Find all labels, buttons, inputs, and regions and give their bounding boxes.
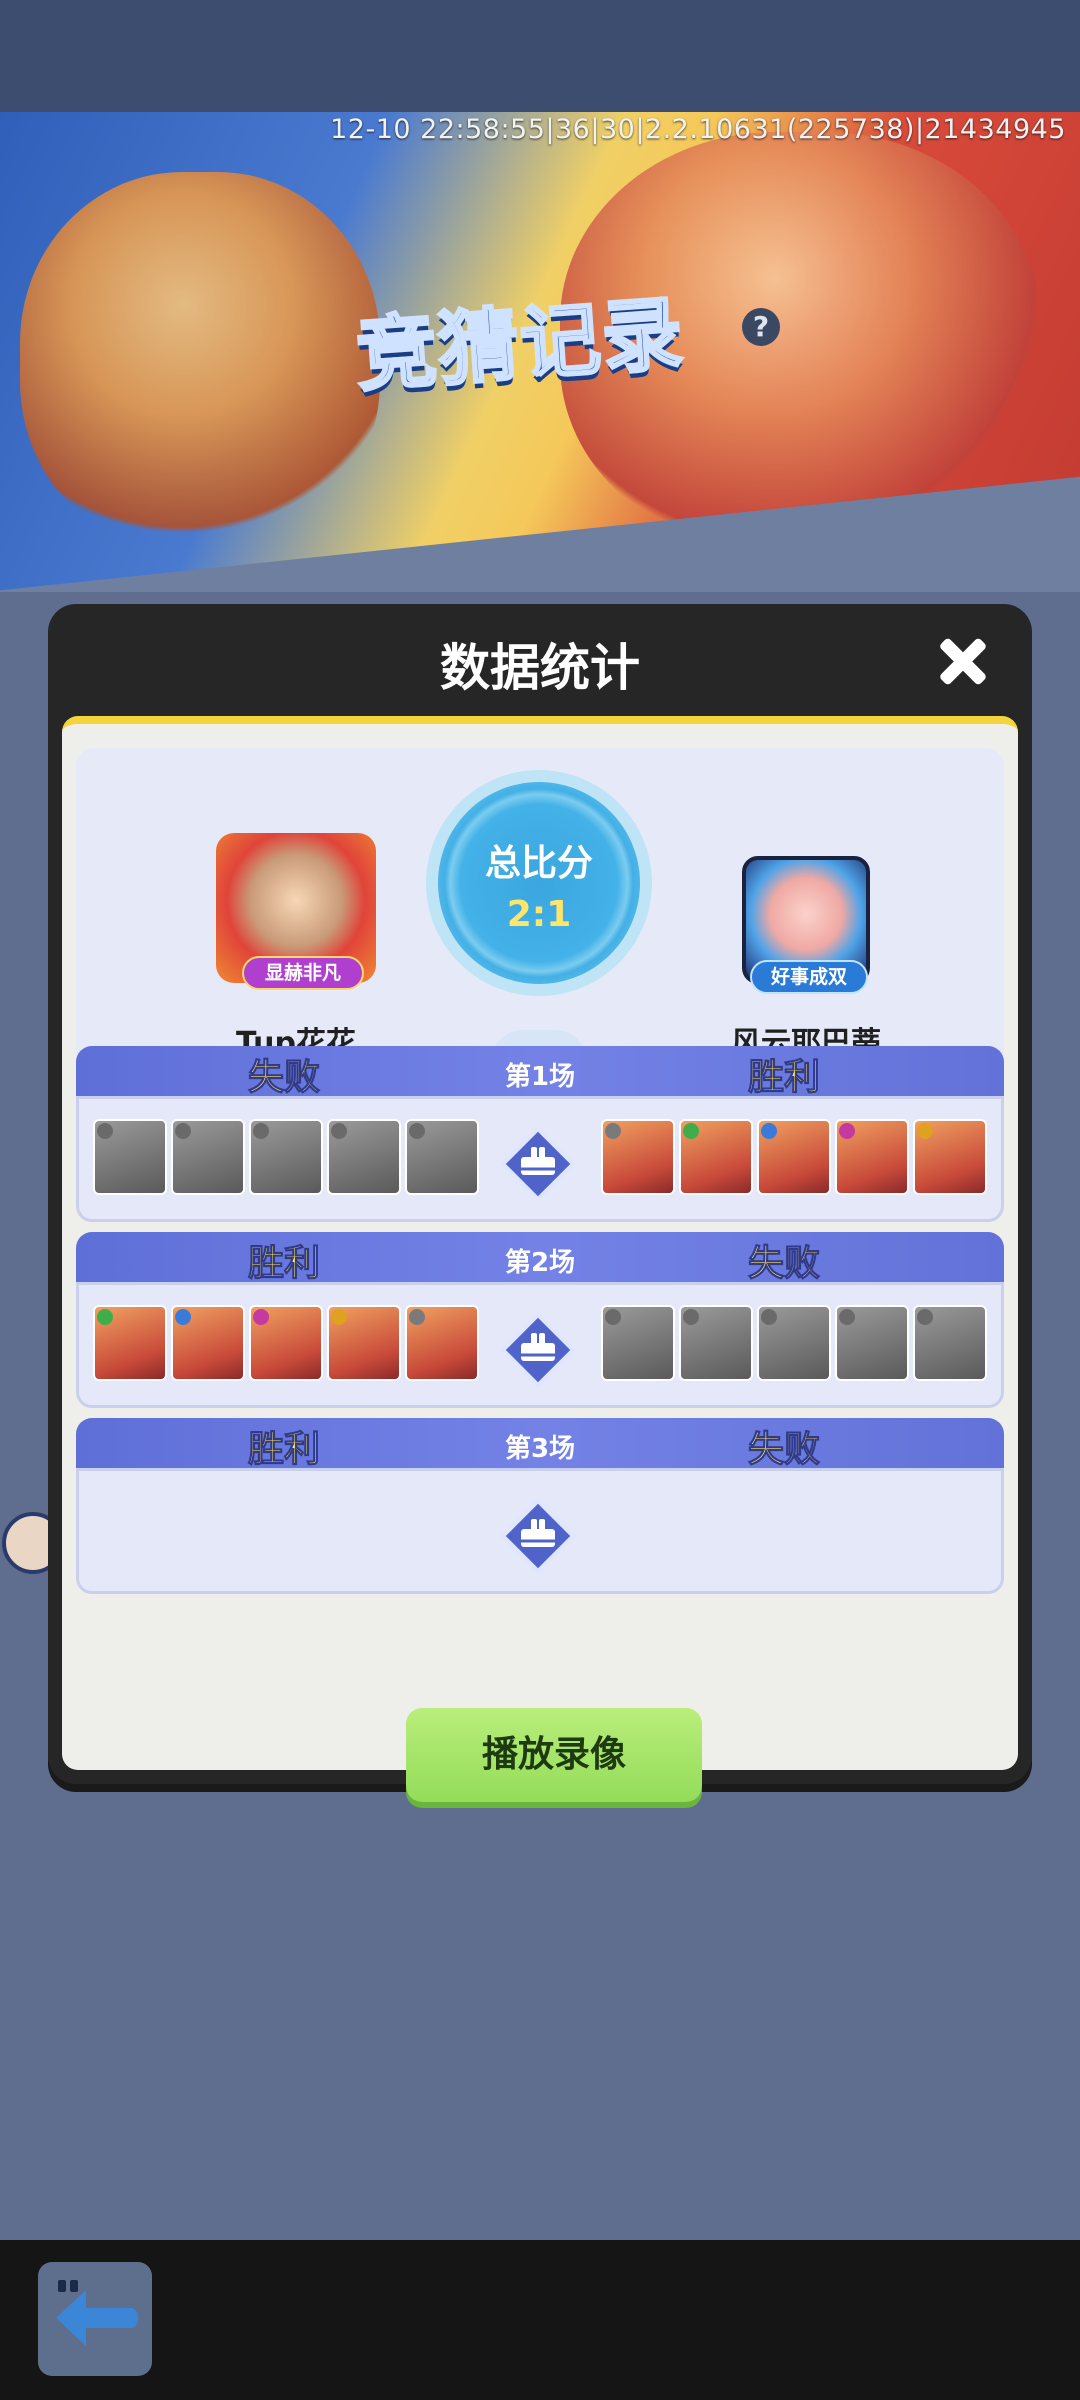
help-icon[interactable]: ? [742,308,780,346]
tier-icon [175,1309,191,1325]
match-right-result: 失败 [747,1243,820,1285]
version-text: 12-10 22:58:55|36|30|2.2.10631(225738)|2… [330,114,1066,145]
unit-card[interactable] [601,1119,675,1195]
tier-icon [605,1123,621,1139]
tier-icon [761,1309,777,1325]
tier-icon [409,1123,425,1139]
bottom-bar [0,2240,1080,2400]
left-deck [93,1119,479,1195]
match-header: 胜利 第3场 失败 [76,1418,1004,1474]
right-deck [601,1119,987,1195]
unit-card[interactable] [405,1119,479,1195]
unit-card[interactable] [913,1119,987,1195]
player-right-badge: 好事成双 [750,960,868,994]
match-body [76,1096,1004,1222]
tier-icon [683,1123,699,1139]
tier-icon [917,1309,933,1325]
unit-card[interactable] [327,1305,401,1381]
unit-card[interactable] [249,1305,323,1381]
match-left-result: 失败 [247,1057,320,1099]
back-arrow-icon[interactable] [38,2262,152,2376]
match-label: 第3场 [504,1434,576,1464]
unit-card[interactable] [93,1119,167,1195]
replay-icon[interactable] [501,1313,575,1387]
match-3: 胜利 第3场 失败 [76,1418,1004,1596]
tier-icon [683,1309,699,1325]
tier-icon [331,1309,347,1325]
replay-button[interactable]: 播放录像 [406,1708,702,1802]
match-body [76,1468,1004,1594]
unit-card[interactable] [171,1119,245,1195]
tier-icon [175,1123,191,1139]
stats-dialog: 数据统计 总比分 2:1 显赫非凡 Tup花花 好事成双 风云耶巴蒂 失败 第1… [48,604,1032,1802]
hero-left-illustration [20,172,380,552]
unit-card[interactable] [835,1119,909,1195]
left-deck [93,1305,479,1381]
right-deck [601,1305,987,1381]
tier-icon [253,1309,269,1325]
replay-icon[interactable] [501,1499,575,1573]
match-header: 胜利 第2场 失败 [76,1232,1004,1288]
tier-icon [97,1309,113,1325]
match-right-result: 失败 [747,1429,820,1471]
close-icon[interactable] [930,628,996,694]
back-arrow-glyph [56,2280,138,2346]
match-right-result: 胜利 [747,1057,820,1099]
tier-icon [253,1123,269,1139]
unit-card[interactable] [835,1305,909,1381]
tier-icon [839,1309,855,1325]
tier-icon [605,1309,621,1325]
unit-card[interactable] [679,1305,753,1381]
tier-icon [839,1123,855,1139]
unit-card[interactable] [327,1119,401,1195]
match-label: 第1场 [504,1062,576,1092]
stats-panel: 总比分 2:1 显赫非凡 Tup花花 好事成双 风云耶巴蒂 失败 第1场 胜利 [62,716,1018,1802]
banner-title: 竞猜记录 [352,285,689,404]
match-left-result: 胜利 [247,1429,320,1471]
match-1: 失败 第1场 胜利 [76,1046,1004,1224]
unit-card[interactable] [757,1305,831,1381]
replay-icon[interactable] [501,1127,575,1201]
unit-card[interactable] [405,1305,479,1381]
tier-icon [331,1123,347,1139]
match-left-result: 胜利 [247,1243,320,1285]
score-summary: 总比分 2:1 显赫非凡 Tup花花 好事成双 风云耶巴蒂 [76,748,1004,1084]
tier-icon [97,1123,113,1139]
match-body [76,1282,1004,1408]
unit-card[interactable] [93,1305,167,1381]
score-value: 2:1 [506,894,572,935]
match-2: 胜利 第2场 失败 [76,1232,1004,1410]
unit-card[interactable] [757,1119,831,1195]
unit-card[interactable] [601,1305,675,1381]
tier-icon [917,1123,933,1139]
tier-icon [409,1309,425,1325]
top-background [0,0,1080,112]
tier-icon [761,1123,777,1139]
unit-card[interactable] [171,1305,245,1381]
match-header: 失败 第1场 胜利 [76,1046,1004,1102]
unit-card[interactable] [913,1305,987,1381]
score-label: 总比分 [484,843,593,884]
unit-card[interactable] [249,1119,323,1195]
dialog-title: 数据统计 [440,639,640,697]
player-left-badge: 显赫非凡 [242,956,364,990]
unit-card[interactable] [679,1119,753,1195]
match-label: 第2场 [504,1248,576,1278]
